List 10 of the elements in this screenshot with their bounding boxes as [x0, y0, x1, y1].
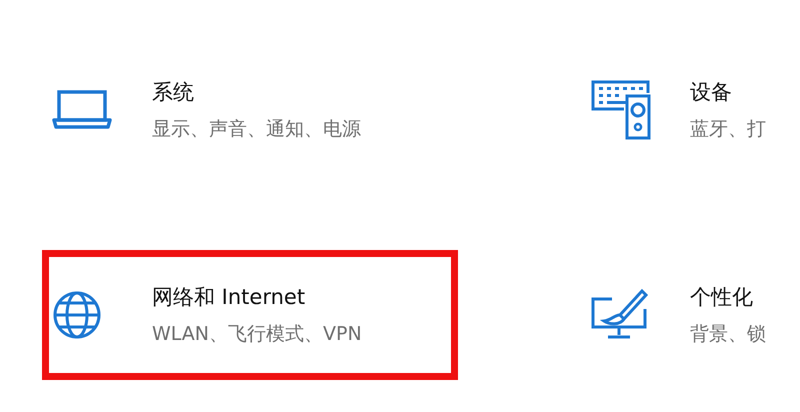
category-title[interactable]: 个性化 [690, 283, 766, 311]
laptop-icon [52, 90, 112, 130]
category-description: 显示、声音、通知、电源 [152, 117, 361, 142]
category-title[interactable]: 系统 [152, 78, 361, 106]
globe-icon [52, 290, 102, 340]
category-title[interactable]: 网络和 Internet [152, 283, 362, 311]
category-title[interactable]: 设备 [690, 78, 766, 106]
category-description: 蓝牙、打 [690, 117, 766, 142]
category-description: 背景、锁 [690, 322, 766, 347]
category-description: WLAN、飞行模式、VPN [152, 322, 362, 347]
